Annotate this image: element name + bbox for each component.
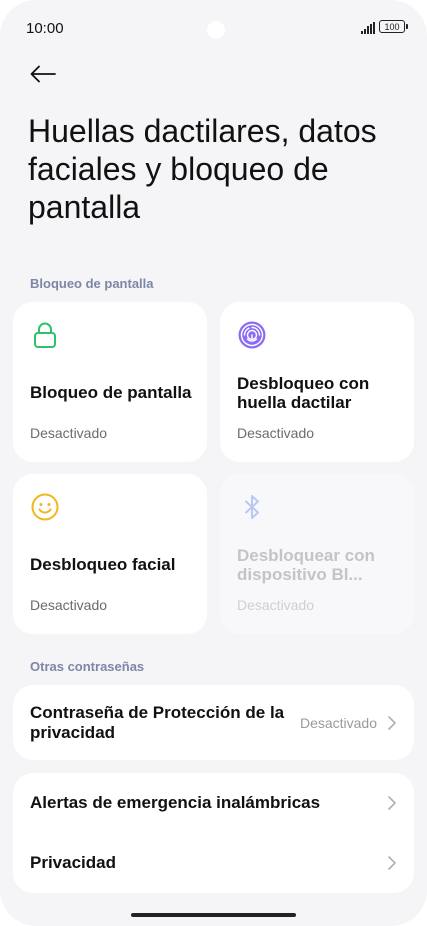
signal-icon bbox=[361, 22, 375, 34]
settings-list: Alertas de emergencia inalámbricas Priva… bbox=[13, 773, 414, 893]
face-icon bbox=[31, 493, 59, 521]
card-title: Desbloqueo con huella dactilar bbox=[237, 374, 370, 412]
page-title: Huellas dactilares, datos faciales y blo… bbox=[28, 113, 377, 225]
row-privacy[interactable]: Privacidad bbox=[13, 833, 414, 893]
row-wireless-emergency-alerts[interactable]: Alertas de emergencia inalámbricas bbox=[13, 773, 414, 833]
card-status: Desactivado bbox=[30, 425, 108, 441]
card-screen-lock[interactable]: Bloqueo de pantalla Desactivado bbox=[13, 302, 207, 462]
row-label: Privacidad bbox=[30, 853, 116, 872]
card-face-unlock[interactable]: Desbloqueo facial Desactivado bbox=[13, 474, 207, 634]
row-label: Contraseña de Protección de la privacida… bbox=[30, 702, 285, 742]
bluetooth-icon bbox=[245, 495, 259, 519]
card-title: Desbloquear con dispositivo Bl... bbox=[237, 546, 375, 584]
row-value: Desactivado bbox=[299, 714, 377, 731]
status-time: 10:00 bbox=[26, 20, 64, 37]
card-title: Desbloqueo facial bbox=[30, 555, 176, 574]
status-bar: 10:00 100 bbox=[0, 0, 427, 58]
chevron-right-icon bbox=[388, 796, 396, 810]
chevron-right-icon bbox=[388, 856, 396, 870]
card-status: Desactivado bbox=[237, 425, 315, 441]
card-status: Desactivado bbox=[30, 597, 108, 613]
card-fingerprint-unlock[interactable]: Desbloqueo con huella dactilar Desactiva… bbox=[220, 302, 414, 462]
back-button[interactable] bbox=[26, 60, 60, 88]
card-title: Bloqueo de pantalla bbox=[30, 383, 192, 402]
card-bluetooth-unlock: Desbloquear con dispositivo Bl... Desact… bbox=[220, 474, 414, 634]
card-status: Desactivado bbox=[237, 597, 315, 613]
phone-screen: 10:00 100 Huellas dactilares, datos faci… bbox=[0, 0, 427, 926]
row-label: Alertas de emergencia inalámbricas bbox=[30, 793, 321, 812]
lock-icon bbox=[34, 322, 56, 348]
fingerprint-icon bbox=[238, 321, 266, 349]
section-label-screen-lock: Bloqueo de pantalla bbox=[30, 276, 154, 291]
arrow-left-icon bbox=[30, 65, 56, 83]
privacy-password-row[interactable]: Contraseña de Protección de la privacida… bbox=[13, 685, 414, 760]
privacy-password-group: Contraseña de Protección de la privacida… bbox=[13, 685, 414, 760]
front-camera bbox=[207, 21, 225, 39]
section-label-other-passwords: Otras contraseñas bbox=[30, 659, 145, 674]
home-indicator[interactable] bbox=[131, 913, 296, 917]
chevron-right-icon bbox=[388, 715, 396, 730]
battery-icon: 100 bbox=[379, 20, 408, 33]
